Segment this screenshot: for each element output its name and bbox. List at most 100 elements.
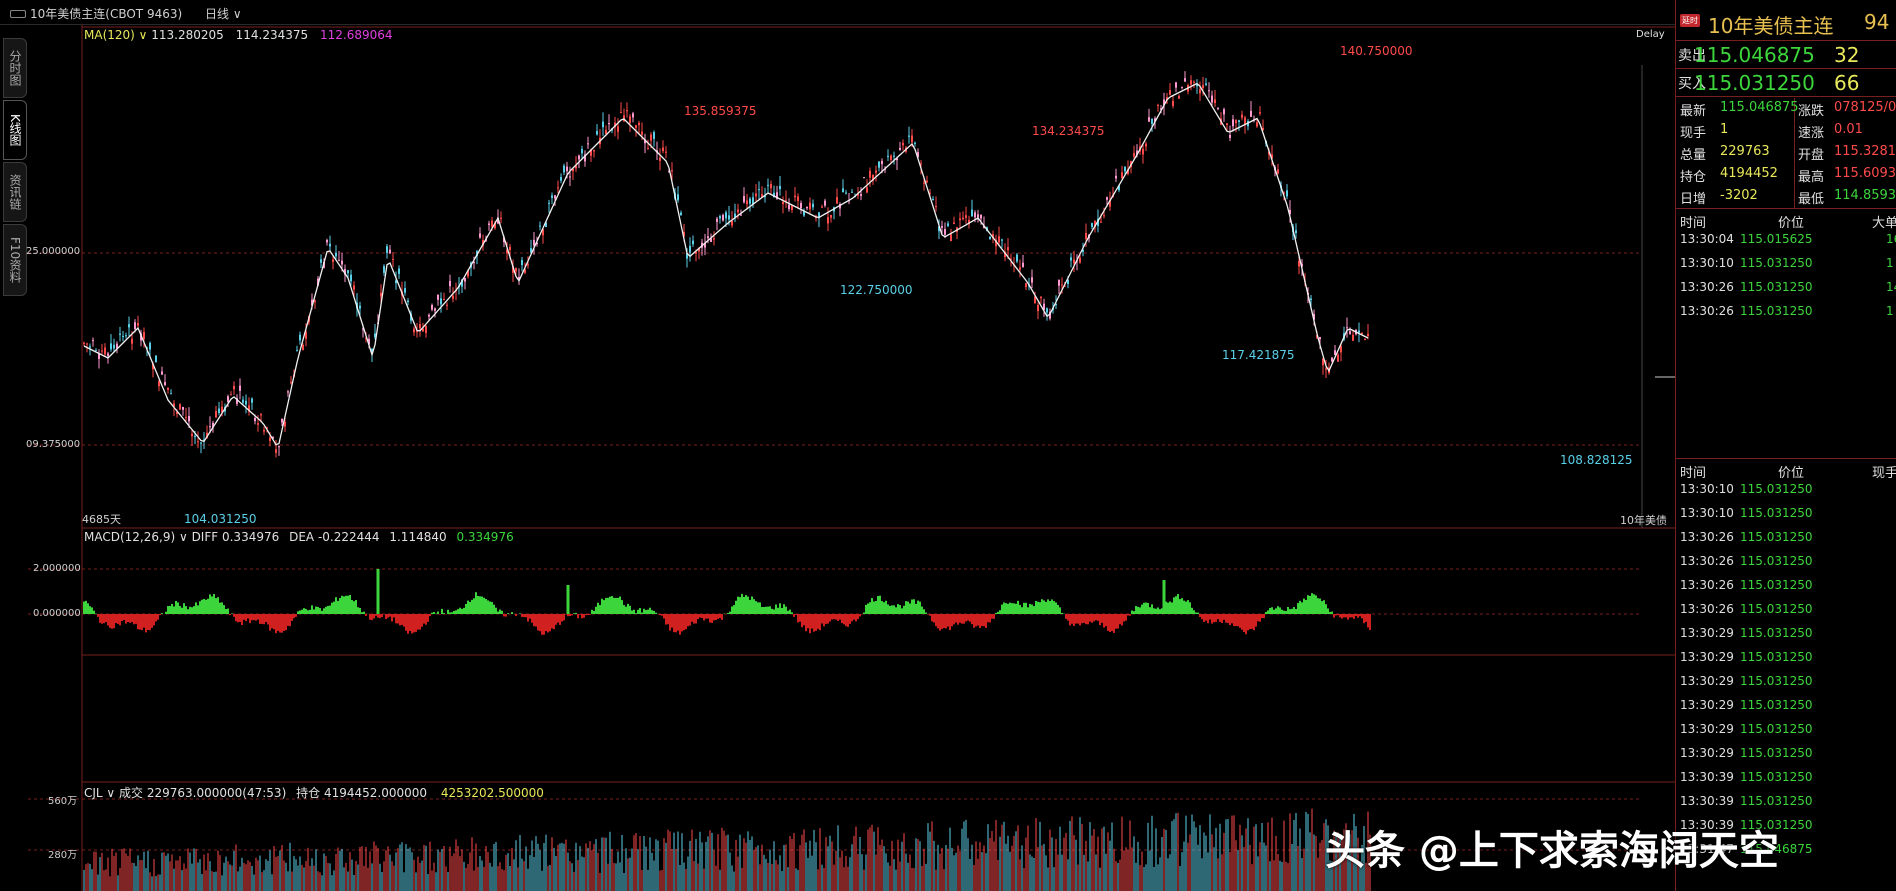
macd-value: 1.114840 [389, 530, 447, 544]
candle-body [1106, 197, 1108, 200]
candle-body [1205, 83, 1207, 85]
buy-row[interactable]: 买入 115.031250 66 [1676, 70, 1896, 97]
price-annotation-low: 104.031250 [184, 512, 257, 526]
ma-line [83, 82, 1369, 446]
stat-value: 078125/0.07 [1834, 100, 1896, 115]
tick-price: 115.031250 [1740, 256, 1813, 270]
candle-body [1040, 296, 1042, 299]
vol-value: 229763.000000(47:53) [146, 786, 287, 800]
candle-body [383, 266, 385, 273]
tab-timeshare[interactable]: 分时图 [3, 38, 27, 98]
quote-panel: 延时 10年美债主连 94 卖出 115.046875 32 买入 115.03… [1675, 0, 1896, 891]
candle-body [119, 333, 121, 335]
candle-body [245, 400, 247, 405]
deal-row: 13:30:29 115.031250 [1676, 722, 1896, 742]
tab-news[interactable]: 资讯链 [3, 162, 27, 222]
candle-body [782, 201, 784, 205]
candle-body [977, 214, 979, 218]
candle-body [635, 125, 637, 128]
candle-body [617, 126, 619, 132]
candle-body [533, 239, 535, 246]
volume-header[interactable]: CJL ∨ 成交 229763.000000(47:53) 持仓 4194452… [84, 784, 544, 801]
candle-body [353, 285, 355, 290]
kline-chart-area[interactable] [28, 25, 1675, 891]
candle-body [1031, 277, 1033, 283]
candle-body [200, 442, 202, 444]
stat-value: 4194452 [1720, 166, 1778, 181]
candle-body [596, 131, 598, 135]
candle-body [83, 342, 85, 344]
candle-body [185, 416, 187, 418]
candle-body [1325, 368, 1327, 370]
candle-body [431, 304, 433, 310]
deal-time: 13:30:39 [1680, 794, 1734, 808]
candle-body [1346, 327, 1348, 329]
candle-body [1178, 95, 1180, 99]
candle-body [332, 259, 334, 262]
sell-row[interactable]: 卖出 115.046875 32 [1676, 42, 1896, 69]
candle-body [164, 382, 166, 385]
candle-body [1358, 330, 1360, 333]
candle-body [1115, 175, 1117, 179]
ma-header[interactable]: MA(120) ∨ 113.280205 114.234375 112.6890… [84, 28, 393, 42]
candle-body [728, 215, 730, 220]
candle-body [800, 203, 802, 209]
deal-time: 13:30:29 [1680, 626, 1734, 640]
candle-body [1133, 152, 1135, 157]
candle-body [428, 314, 430, 317]
candle-body [341, 260, 343, 265]
candle-body [227, 396, 229, 403]
ma-value-1: 113.280205 [151, 28, 224, 42]
candle-body [1214, 99, 1216, 104]
price-annotation-high: 140.750000 [1340, 44, 1413, 58]
candle-body [608, 123, 610, 125]
tick-price: 115.015625 [1740, 232, 1813, 246]
candle-body [515, 267, 517, 272]
deal-time: 13:30:10 [1680, 482, 1734, 496]
candle-body [821, 206, 823, 208]
deal-row: 13:30:10 115.031250 [1676, 482, 1896, 502]
watermark: 头条 @上下求索海阔天空 [1325, 828, 1779, 874]
candle-body [446, 304, 448, 306]
candle-body [791, 205, 793, 210]
price-annotation: 122.750000 [840, 283, 913, 297]
candle-body [1061, 284, 1063, 286]
candle-body [749, 198, 751, 204]
stat-value: 115.60937 [1834, 166, 1896, 181]
candle-body [1070, 257, 1072, 261]
candle-body [647, 148, 649, 150]
ticks-header-price: 价位 [1778, 216, 1805, 231]
candle-body [143, 332, 145, 339]
candle-body [1295, 230, 1297, 234]
candle-body [1085, 232, 1087, 239]
candle-body [980, 214, 982, 219]
candle-body [620, 112, 622, 114]
candle-body [812, 203, 814, 208]
candle-body [677, 194, 679, 201]
candle-body [269, 437, 271, 441]
macd-header[interactable]: MACD(12,26,9) ∨ DIFF 0.334976 DEA -0.222… [84, 530, 514, 544]
candle-body [875, 170, 877, 173]
period-selector[interactable]: 日线 ∨ [205, 5, 242, 22]
candle-body [389, 249, 391, 254]
candle-body [404, 288, 406, 293]
candle-body [1337, 354, 1339, 362]
candle-body [452, 295, 454, 299]
deal-price: 115.031250 [1740, 674, 1813, 688]
candle-body [539, 225, 541, 227]
candle-body [737, 209, 739, 213]
tab-f10[interactable]: F10资料 [3, 224, 27, 296]
candle-body [566, 166, 568, 172]
candle-body [1016, 254, 1018, 262]
candle-body [602, 121, 604, 128]
ma-value-2: 114.234375 [235, 28, 309, 42]
candle-body [1100, 221, 1102, 223]
tick-price: 115.031250 [1740, 280, 1813, 294]
candle-body [1142, 148, 1144, 155]
candle-body [197, 441, 199, 443]
candle-body [725, 212, 727, 219]
candle-body [1349, 331, 1351, 334]
grip-icon[interactable] [10, 10, 26, 18]
tab-kline[interactable]: K线图 [3, 100, 27, 160]
candle-body [1184, 78, 1186, 82]
